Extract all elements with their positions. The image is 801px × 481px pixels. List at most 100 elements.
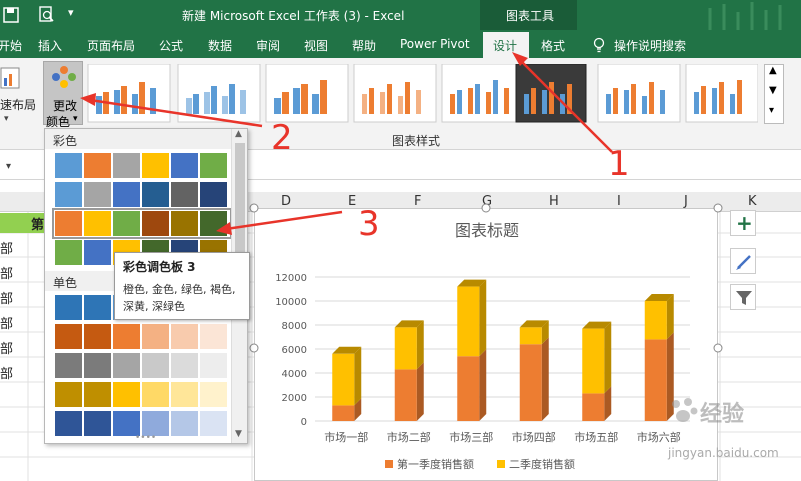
cell-a6[interactable]: 部: [0, 313, 13, 332]
decorative-pattern: [708, 2, 782, 30]
chart-elements-button[interactable]: +: [730, 210, 756, 236]
quick-layout-icon: [0, 67, 20, 89]
window-title: 新建 Microsoft Excel 工作表 (3) - Excel: [182, 9, 405, 23]
mono-header: 单色: [53, 276, 78, 290]
palette-row[interactable]: [55, 153, 229, 178]
color-swatch: [171, 324, 198, 349]
cell-a5[interactable]: 部: [0, 288, 13, 307]
watermark-text: 经验: [700, 402, 745, 427]
watermark-sub: jingyan.baidu.com: [668, 446, 779, 460]
color-swatch: [84, 382, 111, 407]
tell-me-search[interactable]: 操作说明搜索: [614, 37, 686, 54]
color-swatch: [142, 353, 169, 378]
scroll-down-icon[interactable]: ▼: [235, 429, 242, 439]
color-swatch: [55, 382, 82, 407]
cell-a4[interactable]: 部: [0, 263, 13, 282]
color-swatch: [142, 153, 169, 178]
cell-a3[interactable]: 部: [0, 238, 13, 257]
chart-selection-handles: [249, 203, 723, 353]
filter-icon: [736, 291, 752, 305]
quick-layout-button[interactable]: 速布局: [0, 96, 36, 113]
header-cell-partial: 第: [31, 218, 45, 233]
brush-icon: [736, 255, 751, 270]
name-box-dropdown-icon[interactable]: ▾: [6, 161, 11, 172]
color-swatch: [171, 353, 198, 378]
color-swatch: [171, 411, 198, 436]
qat-dropdown-icon[interactable]: ▾: [68, 6, 74, 19]
color-swatch: [55, 411, 82, 436]
color-swatch: [113, 182, 140, 207]
tab-home[interactable]: 开始: [0, 37, 22, 54]
annotation-3: 3: [358, 204, 380, 244]
chart-tools-label: 图表工具: [506, 9, 555, 23]
tab-insert[interactable]: 插入: [38, 37, 62, 54]
tab-power-pivot[interactable]: Power Pivot: [400, 37, 470, 51]
chart-styles-button[interactable]: [730, 248, 756, 274]
plus-icon: +: [736, 211, 753, 235]
tab-review[interactable]: 审阅: [256, 37, 280, 54]
tooltip-title: 彩色调色板 3: [123, 260, 196, 274]
color-swatch: [84, 211, 111, 236]
tooltip-desc-1: 橙色, 金色, 绿色, 褐色,: [123, 283, 236, 296]
color-swatch: [142, 211, 169, 236]
chart-style-thumbnails[interactable]: [86, 64, 758, 126]
color-swatch: [171, 153, 198, 178]
color-swatch: [200, 211, 227, 236]
tab-data[interactable]: 数据: [208, 37, 232, 54]
color-swatch: [84, 324, 111, 349]
color-swatch: [171, 182, 198, 207]
palette-row[interactable]: [55, 182, 229, 207]
color-swatch: [84, 411, 111, 436]
color-swatch: [84, 153, 111, 178]
title-bar: ▾ 新建 Microsoft Excel 工作表 (3) - Excel 图表工…: [0, 0, 801, 30]
palette-row[interactable]: [55, 382, 229, 407]
color-swatch: [200, 182, 227, 207]
color-swatch: [142, 324, 169, 349]
palette-row[interactable]: [55, 324, 229, 349]
chart-tools-tab-group: 图表工具: [480, 0, 577, 30]
palette-icon: [52, 66, 76, 88]
save-icon[interactable]: [0, 5, 40, 25]
scroll-thumb[interactable]: [235, 143, 245, 263]
style-thumb-5: [441, 64, 525, 123]
annotation-1: 1: [608, 144, 630, 184]
style-thumb-4: [353, 64, 437, 123]
cell-a7[interactable]: 部: [0, 338, 13, 357]
color-swatch: [142, 382, 169, 407]
tab-design-active[interactable]: 设计: [483, 32, 529, 58]
resize-grip-icon[interactable]: ••••: [135, 433, 156, 443]
chart-styles-group-label: 图表样式: [392, 134, 441, 148]
change-colors-button[interactable]: 更改 颜色 ▾: [43, 61, 83, 129]
palette-row[interactable]: [52, 208, 232, 239]
color-swatch: [142, 182, 169, 207]
cell-a8[interactable]: 部: [0, 363, 13, 382]
style-thumb-2: [177, 64, 261, 123]
color-swatch: [84, 295, 111, 320]
tab-page-layout[interactable]: 页面布局: [87, 37, 135, 54]
color-swatch: [200, 411, 227, 436]
tab-formulas[interactable]: 公式: [159, 37, 183, 54]
color-swatch: [55, 240, 82, 265]
style-thumb-8: [685, 64, 758, 123]
color-swatch: [55, 353, 82, 378]
gallery-more-icon[interactable]: ▾: [769, 105, 774, 116]
gallery-down-icon[interactable]: ▼: [769, 85, 777, 96]
color-swatch: [113, 153, 140, 178]
print-preview-icon[interactable]: [38, 6, 58, 24]
style-thumb-6: [515, 64, 587, 123]
tooltip-desc-2: 深黄, 深绿色: [123, 300, 185, 313]
color-swatch: [113, 353, 140, 378]
chart-style-gallery: [86, 64, 758, 126]
palette-row[interactable]: [55, 353, 229, 378]
lightbulb-icon: [593, 37, 605, 53]
tab-view[interactable]: 视图: [304, 37, 328, 54]
tab-help[interactable]: 帮助: [352, 37, 376, 54]
tab-format[interactable]: 格式: [541, 37, 565, 54]
chart-filters-button[interactable]: [730, 284, 756, 310]
col-header-k[interactable]: K: [748, 194, 757, 209]
watermark: 经验: [668, 396, 788, 444]
scroll-up-icon[interactable]: ▲: [235, 129, 242, 139]
gallery-up-icon[interactable]: ▲: [769, 65, 777, 76]
menu-bar: 开始 插入 页面布局 公式 数据 审阅 视图 帮助 Power Pivot 设计…: [0, 30, 801, 58]
color-swatch: [84, 182, 111, 207]
